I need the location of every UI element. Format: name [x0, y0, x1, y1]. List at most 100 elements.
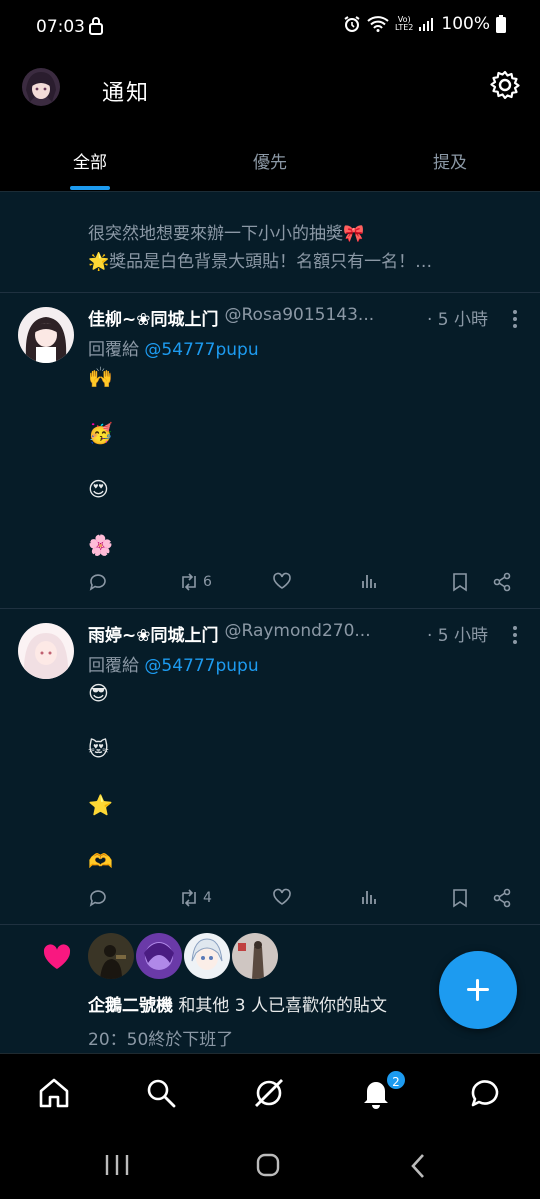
post-emoji: 😎 — [88, 681, 109, 705]
views-button[interactable] — [360, 572, 378, 590]
snippet-line-1: 很突然地想要來辦一下小小的抽獎🎀 — [88, 224, 365, 244]
liker-avatar[interactable] — [88, 933, 134, 979]
reply-post-2[interactable]: 雨婷~❀同城上门 @Raymond270... · 5 小時 回覆給 @5477… — [0, 609, 540, 924]
status-right: Vo) LTE2 100% — [343, 14, 506, 34]
lte-label: Vo) LTE2 — [395, 15, 414, 32]
back-icon[interactable] — [410, 1153, 426, 1179]
wifi-icon — [367, 16, 389, 32]
post-avatar[interactable] — [18, 307, 74, 363]
grok-icon[interactable] — [252, 1076, 286, 1110]
like-button[interactable] — [272, 888, 292, 906]
messages-icon[interactable] — [468, 1076, 502, 1110]
post-time: · 5 小時 — [426, 626, 488, 646]
mention-link[interactable]: @54777pupu — [144, 656, 258, 676]
share-icon — [493, 888, 511, 908]
notification-badge: 2 — [385, 1069, 407, 1091]
display-name[interactable]: 佳柳~❀同城上门 — [88, 305, 219, 330]
tab-all[interactable]: 全部 — [0, 138, 180, 190]
views-icon — [362, 575, 376, 588]
user-avatar[interactable] — [22, 68, 60, 106]
home-icon[interactable] — [37, 1076, 71, 1110]
likes-summary: 企鵝二號機 和其他 3 人已喜歡你的貼文 — [88, 991, 387, 1016]
system-nav-bar — [0, 1133, 540, 1199]
user-handle: @Raymond270... — [224, 621, 371, 641]
share-button[interactable] — [492, 888, 512, 908]
battery-percent: 100% — [441, 14, 490, 34]
reply-to-line: 回覆給 @54777pupu — [88, 335, 259, 360]
reply-post-1[interactable]: 佳柳~❀同城上门 @Rosa9015143... · 5 小時 回覆給 @547… — [0, 293, 540, 608]
retweet-icon — [182, 889, 196, 907]
reply-icon — [89, 890, 106, 907]
retweet-icon — [182, 573, 196, 591]
page-title: 通知 — [102, 81, 151, 106]
like-button[interactable] — [272, 572, 292, 590]
views-button[interactable] — [360, 888, 378, 906]
avatar-illustration — [18, 623, 74, 679]
post-emoji: 🙌 — [88, 365, 113, 389]
search-icon[interactable] — [144, 1076, 178, 1110]
bookmark-icon — [453, 573, 467, 592]
bookmark-button[interactable] — [452, 572, 468, 592]
reply-icon — [89, 574, 106, 591]
avatar-illustration — [18, 307, 74, 363]
snippet-line-2: 🌟獎品是白色背景大頭貼！名額只有一名！… — [88, 252, 433, 272]
tab-priority[interactable]: 優先 — [180, 138, 360, 190]
display-name[interactable]: 雨婷~❀同城上门 — [88, 621, 219, 646]
post-header: 佳柳~❀同城上门 @Rosa9015143... · 5 小時 — [88, 305, 488, 330]
notification-feed[interactable]: 很突然地想要來辦一下小小的抽獎🎀 🌟獎品是白色背景大頭貼！名額只有一名！… 佳柳… — [0, 191, 540, 1053]
recent-apps-icon[interactable] — [104, 1153, 130, 1177]
retweet-count: 6 — [203, 574, 212, 590]
heart-outline-icon — [273, 572, 291, 589]
signal-icon — [419, 18, 434, 31]
retweet-button[interactable]: 4 — [178, 888, 212, 908]
tab-bar: 全部 優先 提及 — [0, 138, 540, 190]
post-avatar[interactable] — [18, 623, 74, 679]
reply-button[interactable] — [88, 888, 108, 908]
divider — [0, 924, 540, 925]
post-snippet[interactable]: 很突然地想要來辦一下小小的抽獎🎀 🌟獎品是白色背景大頭貼！名額只有一名！… — [88, 220, 508, 276]
compose-plus-button[interactable] — [439, 951, 517, 1029]
post-emoji: 😍 — [88, 477, 109, 501]
reply-button[interactable] — [88, 572, 108, 592]
bookmark-button[interactable] — [452, 888, 468, 908]
heart-outline-icon — [273, 888, 291, 905]
bookmark-icon — [453, 889, 467, 908]
bottom-nav — [0, 1053, 540, 1133]
heart-filled-icon — [43, 944, 71, 969]
avatar-illustration — [136, 933, 182, 979]
avatar-illustration — [88, 933, 134, 979]
views-icon — [362, 891, 376, 904]
share-button[interactable] — [492, 572, 512, 592]
status-time: 07:03 — [36, 17, 85, 37]
share-icon — [493, 572, 511, 592]
status-bar: 07:03 Vo) LTE2 100% — [0, 0, 540, 54]
liked-post-preview: 20：50終於下班了 — [88, 1030, 234, 1050]
post-time: · 5 小時 — [426, 310, 488, 330]
retweet-button[interactable]: 6 — [178, 572, 212, 592]
settings-gear-icon[interactable] — [490, 70, 520, 100]
lock-icon — [89, 17, 103, 35]
liker-avatar[interactable] — [232, 933, 278, 979]
mention-link[interactable]: @54777pupu — [144, 340, 258, 360]
liker-avatar[interactable] — [136, 933, 182, 979]
retweet-count: 4 — [203, 890, 212, 906]
liker-name[interactable]: 企鵝二號機 — [88, 996, 173, 1016]
post-emoji: ⭐ — [88, 793, 113, 817]
alarm-icon — [344, 16, 360, 32]
home-circle-icon[interactable] — [256, 1153, 280, 1177]
avatar-illustration — [184, 933, 230, 979]
post-emoji: 🫶 — [88, 849, 113, 873]
tab-mentions[interactable]: 提及 — [360, 138, 540, 190]
reply-prefix: 回覆給 — [88, 656, 139, 676]
avatar-illustration — [26, 72, 56, 102]
post-emoji: 😻 — [88, 737, 109, 761]
battery-icon — [496, 15, 506, 33]
reply-prefix: 回覆給 — [88, 340, 139, 360]
post-emoji: 🥳 — [88, 421, 113, 445]
more-options-icon[interactable] — [512, 309, 518, 329]
likes-rest: 和其他 3 人已喜歡你的貼文 — [173, 996, 388, 1016]
header: 通知 全部 優先 提及 — [0, 54, 540, 190]
liker-avatar[interactable] — [184, 933, 230, 979]
more-options-icon[interactable] — [512, 625, 518, 645]
post-header: 雨婷~❀同城上门 @Raymond270... · 5 小時 — [88, 621, 488, 646]
